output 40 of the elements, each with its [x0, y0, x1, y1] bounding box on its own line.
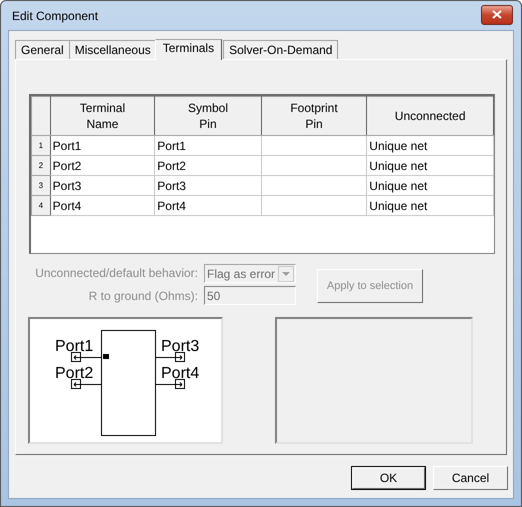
table-cell: Port4	[50, 196, 155, 216]
table-cell: Port4	[154, 196, 262, 216]
column-header[interactable]: Terminal Name	[50, 96, 155, 136]
port-label: Port2	[55, 365, 94, 382]
pin-one-marker	[103, 354, 109, 359]
tab[interactable]: Solver-On-Demand	[223, 40, 338, 59]
table-cell: Port3	[50, 176, 155, 196]
close-icon	[492, 10, 502, 19]
column-header[interactable]: Unconnected	[366, 96, 494, 136]
tab[interactable]: Terminals	[154, 39, 222, 60]
dialog-button[interactable]: Cancel	[433, 466, 508, 490]
window-title: Edit Component	[12, 8, 98, 22]
pin-drawing	[155, 379, 185, 389]
table-cell: Port2	[154, 156, 262, 176]
row-number[interactable]: 3	[32, 176, 50, 196]
port-label: Port4	[161, 365, 200, 382]
column-header[interactable]: Footprint Pin	[261, 96, 367, 136]
field-label: Unconnected/default behavior:	[35, 266, 198, 280]
tab[interactable]: General	[15, 40, 70, 59]
table-cell: Port1	[50, 136, 155, 156]
table-cell: Port1	[154, 136, 262, 156]
pin-drawing	[155, 352, 185, 362]
field-label: R to ground (Ohms):	[88, 289, 198, 303]
dialog-button[interactable]: OK	[351, 466, 426, 490]
table-cell: Port2	[50, 156, 155, 176]
port-label: Port1	[55, 338, 94, 355]
pin-drawing	[71, 352, 102, 362]
table-cell: Unique net	[366, 136, 494, 156]
row-number[interactable]: 4	[32, 196, 50, 216]
table-cell: Unique net	[366, 176, 494, 196]
table-cell: Unique net	[366, 156, 494, 176]
caret-icon	[282, 272, 290, 276]
pin-drawing	[71, 379, 102, 389]
port-label: Port3	[161, 338, 200, 355]
column-header[interactable]: Symbol Pin	[154, 96, 262, 136]
table-cell: Port3	[154, 176, 262, 196]
row-number[interactable]: 1	[32, 136, 50, 156]
row-number[interactable]: 2	[32, 156, 50, 176]
close-button[interactable]	[481, 4, 513, 24]
table-cell: Unique net	[366, 196, 494, 216]
